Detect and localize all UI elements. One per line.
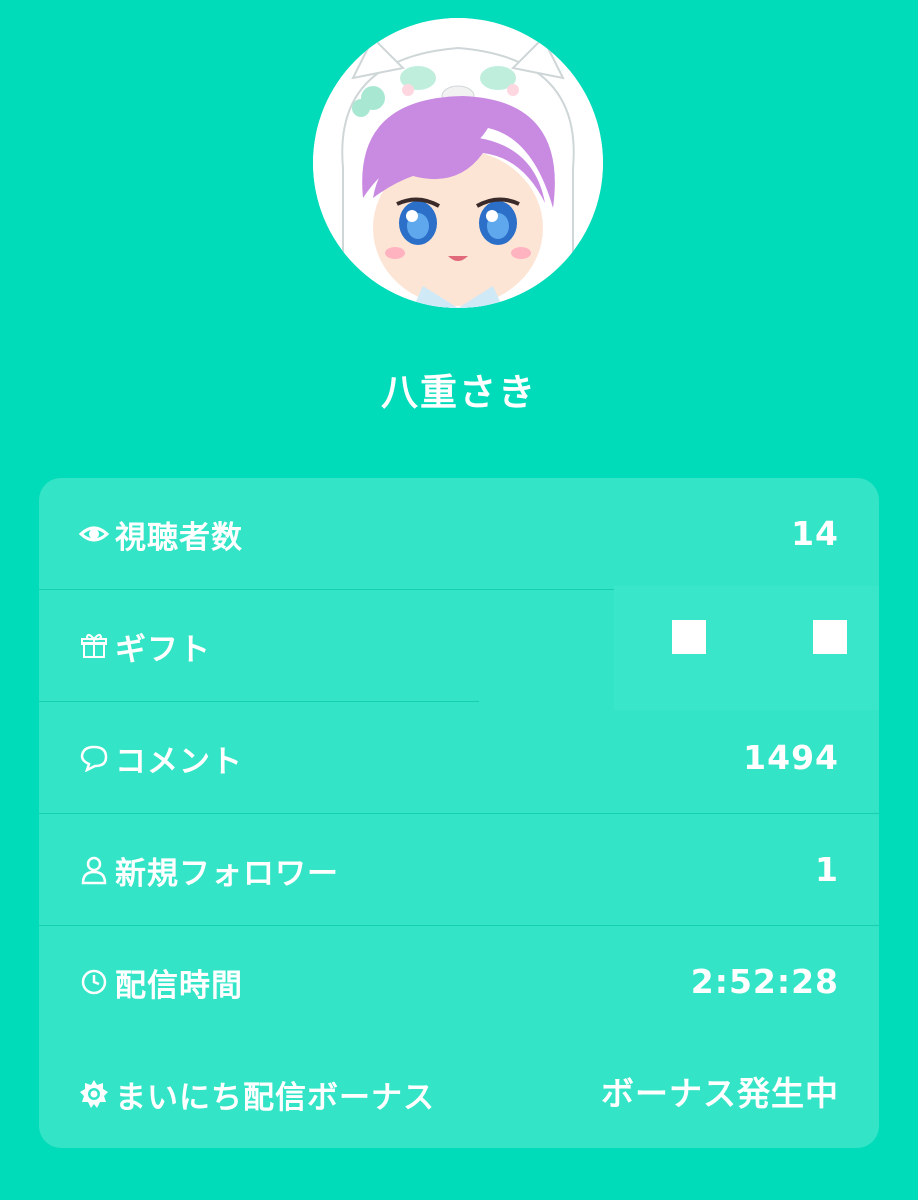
redaction-box <box>672 620 706 654</box>
redaction-box <box>813 620 847 654</box>
stat-row-followers: 新規フォロワー 1 <box>39 814 879 926</box>
sun-icon <box>79 1079 109 1109</box>
stat-row-comments: コメント 1494 <box>39 702 879 814</box>
chibi-avatar-icon <box>313 18 603 308</box>
stat-label-viewers: 視聴者数 <box>115 519 243 556</box>
stat-label-stream-time: 配信時間 <box>115 967 243 1004</box>
stat-value-daily-bonus: ボーナス発生中 <box>601 1074 839 1113</box>
stats-card: 視聴者数 14 ギフト コメント 1494 新規フォロワー 1 配信時間 2:5… <box>39 478 879 1148</box>
stat-row-viewers: 視聴者数 14 <box>39 478 879 590</box>
stat-row-stream-time: 配信時間 2:52:28 <box>39 926 879 1038</box>
stat-value-stream-time: 2:52:28 <box>690 962 839 1001</box>
stat-row-daily-bonus: まいにち配信ボーナス ボーナス発生中 <box>39 1038 879 1148</box>
stat-label-followers: 新規フォロワー <box>115 855 339 892</box>
person-icon <box>79 855 109 885</box>
eye-icon <box>79 519 109 549</box>
stat-value-viewers: 14 <box>791 514 839 553</box>
stat-value-comments: 1494 <box>743 738 839 777</box>
username: 八重さき <box>381 371 537 414</box>
stat-label-daily-bonus: まいにち配信ボーナス <box>115 1079 435 1116</box>
redaction-mask <box>614 586 879 710</box>
comment-icon <box>79 743 109 773</box>
avatar <box>313 18 603 308</box>
stat-label-comments: コメント <box>115 743 243 780</box>
clock-icon <box>79 967 109 997</box>
stat-label-gift: ギフト <box>115 631 211 668</box>
gift-icon <box>79 631 109 661</box>
stat-value-followers: 1 <box>815 850 839 889</box>
